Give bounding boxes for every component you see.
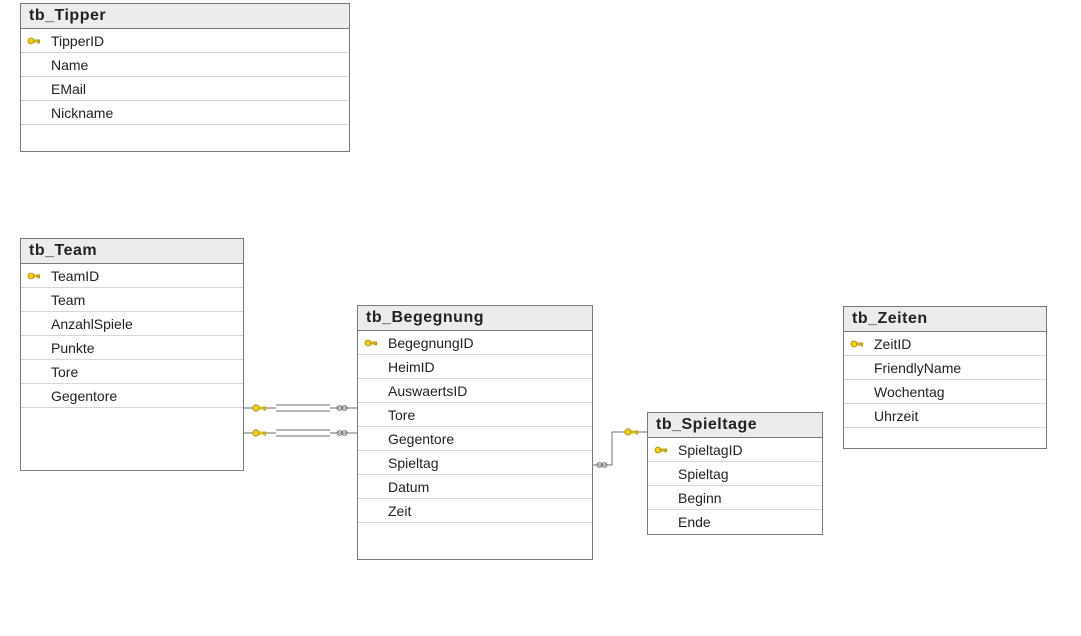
key-icon xyxy=(21,269,47,283)
table-row[interactable]: Nickname xyxy=(21,101,349,125)
column-name: SpieltagID xyxy=(674,442,822,458)
table-row[interactable]: Tore xyxy=(358,403,592,427)
relationship-team-begegnung-auswaertsid xyxy=(244,430,357,436)
relationship-team-begegnung-heimid xyxy=(244,405,357,411)
column-name: Datum xyxy=(384,479,592,495)
table-tb-tipper[interactable]: tb_Tipper TipperID Name EMail Nickname xyxy=(20,3,350,152)
table-row[interactable]: Gegentore xyxy=(21,384,243,408)
table-tb-spieltage[interactable]: tb_Spieltage SpieltagID Spieltag Beginn … xyxy=(647,412,823,535)
column-name: Name xyxy=(47,57,349,73)
table-row[interactable]: AnzahlSpiele xyxy=(21,312,243,336)
table-row[interactable]: Gegentore xyxy=(358,427,592,451)
table-row[interactable]: Spieltag xyxy=(358,451,592,475)
column-name: FriendlyName xyxy=(870,360,1046,376)
column-name: Zeit xyxy=(384,503,592,519)
table-header[interactable]: tb_Begegnung xyxy=(358,306,592,331)
table-row[interactable]: Beginn xyxy=(648,486,822,510)
table-row[interactable]: AuswaertsID xyxy=(358,379,592,403)
table-row[interactable]: BegegnungID xyxy=(358,331,592,355)
column-name: Team xyxy=(47,292,243,308)
column-name: Spieltag xyxy=(674,466,822,482)
column-name: Gegentore xyxy=(47,388,243,404)
table-row[interactable]: Name xyxy=(21,53,349,77)
column-name: Uhrzeit xyxy=(870,408,1046,424)
key-icon xyxy=(358,336,384,350)
column-name: BegegnungID xyxy=(384,335,592,351)
key-icon xyxy=(844,337,870,351)
column-name: AuswaertsID xyxy=(384,383,592,399)
er-diagram-canvas: tb_Tipper TipperID Name EMail Nickname t… xyxy=(0,0,1081,636)
column-name: Beginn xyxy=(674,490,822,506)
column-name: Nickname xyxy=(47,105,349,121)
table-row[interactable]: SpieltagID xyxy=(648,438,822,462)
column-name: HeimID xyxy=(384,359,592,375)
table-row[interactable]: ZeitID xyxy=(844,332,1046,356)
table-row[interactable]: TipperID xyxy=(21,29,349,53)
column-name: Tore xyxy=(47,364,243,380)
table-tb-begegnung[interactable]: tb_Begegnung BegegnungID HeimID Auswaert… xyxy=(357,305,593,560)
table-tb-team[interactable]: tb_Team TeamID Team AnzahlSpiele Punkte … xyxy=(20,238,244,471)
table-row[interactable]: HeimID xyxy=(358,355,592,379)
table-header[interactable]: tb_Team xyxy=(21,239,243,264)
column-name: EMail xyxy=(47,81,349,97)
column-name: AnzahlSpiele xyxy=(47,316,243,332)
column-name: ZeitID xyxy=(870,336,1046,352)
column-name: Punkte xyxy=(47,340,243,356)
table-row[interactable]: Wochentag xyxy=(844,380,1046,404)
column-name: TipperID xyxy=(47,33,349,49)
relationship-spieltage-begegnung xyxy=(593,429,647,467)
column-name: Spieltag xyxy=(384,455,592,471)
table-header[interactable]: tb_Zeiten xyxy=(844,307,1046,332)
table-row[interactable]: Ende xyxy=(648,510,822,534)
column-name: Ende xyxy=(674,514,822,530)
key-icon xyxy=(648,443,674,457)
table-row[interactable]: Uhrzeit xyxy=(844,404,1046,428)
table-row[interactable]: Team xyxy=(21,288,243,312)
table-row[interactable]: Zeit xyxy=(358,499,592,523)
column-name: Gegentore xyxy=(384,431,592,447)
column-name: Tore xyxy=(384,407,592,423)
table-row[interactable]: EMail xyxy=(21,77,349,101)
table-row[interactable]: Datum xyxy=(358,475,592,499)
column-name: Wochentag xyxy=(870,384,1046,400)
column-name: TeamID xyxy=(47,268,243,284)
key-icon xyxy=(21,34,47,48)
table-row[interactable]: FriendlyName xyxy=(844,356,1046,380)
table-row[interactable]: Punkte xyxy=(21,336,243,360)
table-row[interactable]: TeamID xyxy=(21,264,243,288)
table-tb-zeiten[interactable]: tb_Zeiten ZeitID FriendlyName Wochentag … xyxy=(843,306,1047,449)
table-row[interactable]: Spieltag xyxy=(648,462,822,486)
table-header[interactable]: tb_Spieltage xyxy=(648,413,822,438)
table-header[interactable]: tb_Tipper xyxy=(21,4,349,29)
table-row[interactable]: Tore xyxy=(21,360,243,384)
